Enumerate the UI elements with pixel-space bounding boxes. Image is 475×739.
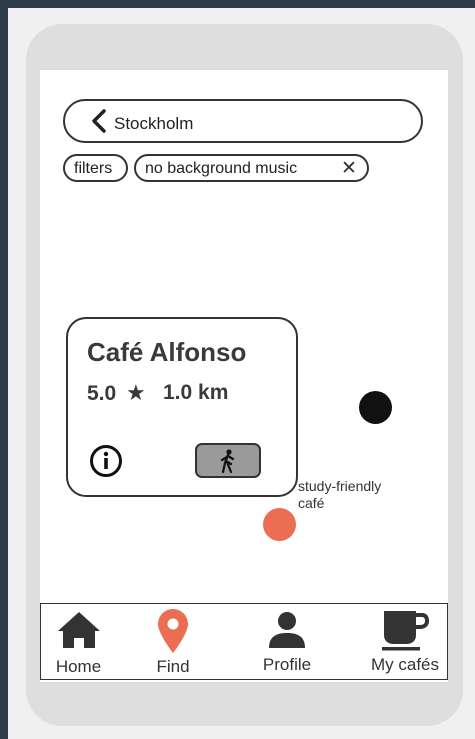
person-icon bbox=[269, 612, 305, 648]
home-icon bbox=[57, 612, 100, 648]
cafe-rating: 5.0 bbox=[87, 382, 117, 405]
cafe-card[interactable]: Café Alfonso 5.0 ★ 1.0 km bbox=[66, 317, 298, 497]
user-location-dot[interactable] bbox=[359, 391, 392, 424]
walking-person-icon bbox=[220, 449, 235, 473]
close-icon[interactable]: ✕ bbox=[341, 157, 357, 180]
cafe-name: Café Alfonso bbox=[87, 337, 247, 367]
tab-profile[interactable]: Profile bbox=[246, 604, 328, 679]
active-filter-label: no background music bbox=[145, 160, 298, 177]
star-icon: ★ bbox=[126, 380, 146, 405]
walking-directions-button[interactable] bbox=[195, 443, 261, 478]
tab-home[interactable]: Home bbox=[41, 604, 116, 679]
tab-profile-label: Profile bbox=[262, 655, 312, 674]
filters-button[interactable]: filters bbox=[63, 154, 128, 182]
cafe-map-marker[interactable] bbox=[263, 508, 296, 541]
bottom-tab-bar: Home Find Profile My cafés bbox=[40, 603, 448, 680]
filters-label: filters bbox=[74, 160, 113, 177]
chevron-left-icon[interactable] bbox=[89, 109, 111, 133]
map-pin-icon bbox=[158, 609, 188, 653]
tab-home-label: Home bbox=[55, 657, 102, 676]
tab-find-label: Find bbox=[156, 657, 190, 676]
location-search-bar[interactable]: Stockholm bbox=[63, 99, 423, 143]
cafe-distance: 1.0 km bbox=[163, 381, 229, 404]
cafe-marker-label: study-friendly café bbox=[298, 478, 382, 511]
active-filter-chip[interactable]: no background music ✕ bbox=[134, 154, 369, 182]
tab-my-cafes[interactable]: My cafés bbox=[361, 604, 449, 679]
location-label: Stockholm bbox=[114, 114, 194, 133]
tab-find[interactable]: Find bbox=[138, 604, 208, 679]
tab-my-cafes-label: My cafés bbox=[370, 655, 440, 674]
coffee-cup-icon bbox=[382, 611, 429, 651]
info-icon[interactable] bbox=[89, 444, 123, 478]
